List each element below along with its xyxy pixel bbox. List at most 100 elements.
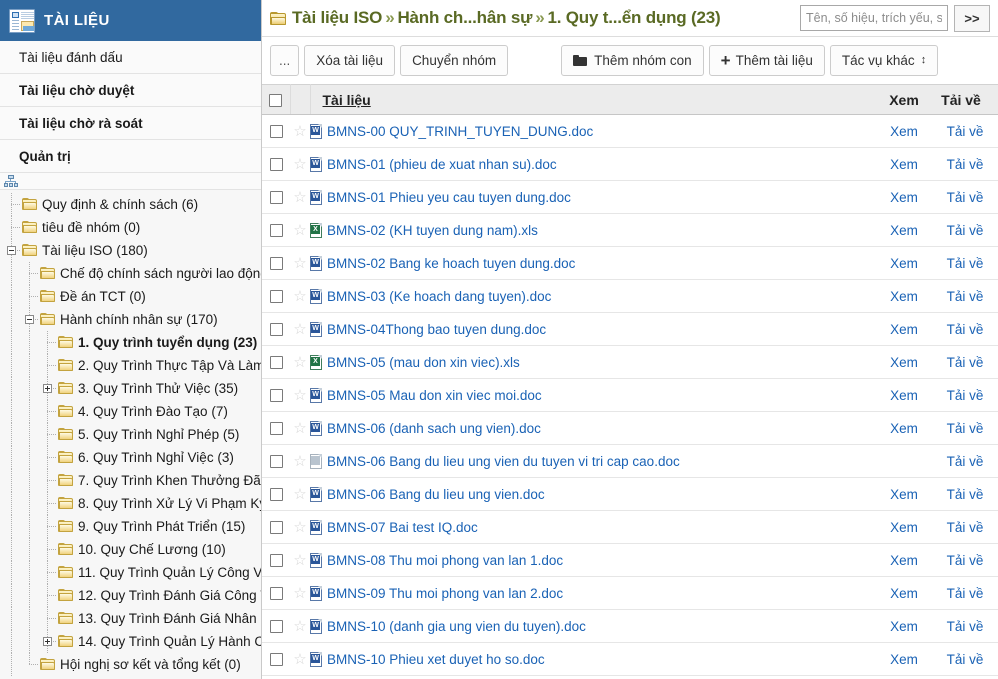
tree-node[interactable]: 5. Quy Trình Nghỉ Phép (5): [0, 423, 261, 446]
download-link[interactable]: Tải về: [947, 322, 984, 337]
row-checkbox[interactable]: [269, 290, 283, 304]
row-checkbox[interactable]: [269, 191, 283, 205]
table-row[interactable]: ☆ W BMNS-09 Thu moi phong van lan 2.doc Xem…: [262, 576, 998, 610]
row-checkbox[interactable]: [269, 521, 283, 535]
download-link[interactable]: Tải về: [947, 619, 984, 634]
tree-expand-icon[interactable]: [43, 637, 52, 646]
breadcrumb-item-2[interactable]: 1. Quy t...ển dụng (23): [547, 8, 720, 27]
row-checkbox[interactable]: [269, 224, 283, 238]
table-row[interactable]: ☆ W BMNS-08 Thu moi phong van lan 1.doc Xem…: [262, 543, 998, 577]
add-subgroup-button[interactable]: Thêm nhóm con: [561, 45, 704, 76]
document-name-link[interactable]: BMNS-05 Mau don xin viec moi.doc: [327, 388, 542, 403]
tree-collapse-icon[interactable]: [25, 315, 34, 324]
table-row[interactable]: ☆ W BMNS-10 Phieu xet duyet ho so.doc Xem Tả…: [262, 642, 998, 676]
tree-node[interactable]: 10. Quy Chế Lương (10): [0, 538, 261, 561]
row-checkbox[interactable]: [269, 356, 283, 370]
row-checkbox[interactable]: [269, 389, 283, 403]
tree-node[interactable]: Đề án TCT (0): [0, 285, 261, 308]
view-link[interactable]: Xem: [890, 652, 918, 667]
star-icon[interactable]: ☆: [293, 223, 306, 238]
document-name-link[interactable]: BMNS-01 (phieu de xuat nhan su).doc: [327, 157, 557, 172]
move-group-button[interactable]: Chuyển nhóm: [400, 45, 509, 76]
tree-node[interactable]: 6. Quy Trình Nghỉ Việc (3): [0, 446, 261, 469]
table-row[interactable]: ☆ BMNS-06 Bang du lieu ung vien du tuyen …: [262, 444, 998, 478]
sidebar-nav-item-2[interactable]: Tài liệu chờ rà soát: [0, 107, 261, 140]
download-link[interactable]: Tải về: [947, 256, 984, 271]
table-row[interactable]: ☆ W BMNS-01 (phieu de xuat nhan su).doc Xem…: [262, 147, 998, 181]
document-name-link[interactable]: BMNS-06 Bang du lieu ung vien du tuyen v…: [327, 454, 680, 469]
star-icon[interactable]: ☆: [293, 586, 306, 601]
star-icon[interactable]: ☆: [293, 619, 306, 634]
star-icon[interactable]: ☆: [293, 520, 306, 535]
view-link[interactable]: Xem: [890, 388, 918, 403]
tree-node[interactable]: Quy định & chính sách (6): [0, 193, 261, 216]
tree-collapse-icon[interactable]: [7, 246, 16, 255]
search-input[interactable]: [800, 5, 948, 31]
row-checkbox[interactable]: [269, 587, 283, 601]
table-row[interactable]: ☆ W BMNS-02 Bang ke hoach tuyen dung.doc Xe…: [262, 246, 998, 280]
view-link[interactable]: Xem: [890, 322, 918, 337]
sitemap-icon[interactable]: [4, 174, 18, 188]
document-name-link[interactable]: BMNS-02 Bang ke hoach tuyen dung.doc: [327, 256, 575, 271]
row-checkbox[interactable]: [269, 488, 283, 502]
view-link[interactable]: Xem: [890, 553, 918, 568]
download-link[interactable]: Tải về: [947, 388, 984, 403]
star-icon[interactable]: ☆: [293, 553, 306, 568]
table-row[interactable]: ☆ W BMNS-00 QUY_TRINH_TUYEN_DUNG.doc Xem Tải…: [262, 114, 998, 148]
view-link[interactable]: Xem: [890, 124, 918, 139]
document-name-link[interactable]: BMNS-10 Phieu xet duyet ho so.doc: [327, 652, 545, 667]
star-icon[interactable]: ☆: [293, 289, 306, 304]
download-link[interactable]: Tải về: [947, 421, 984, 436]
download-link[interactable]: Tải về: [947, 289, 984, 304]
select-all-checkbox[interactable]: [269, 94, 283, 108]
document-name-link[interactable]: BMNS-01 Phieu yeu cau tuyen dung.doc: [327, 190, 571, 205]
more-options-button[interactable]: ...: [270, 45, 300, 76]
tree-node[interactable]: tiêu đề nhóm (0): [0, 216, 261, 239]
download-link[interactable]: Tải về: [947, 355, 984, 370]
table-row[interactable]: ☆ W BMNS-01 Phieu yeu cau tuyen dung.doc Xe…: [262, 180, 998, 214]
sidebar-nav-item-0[interactable]: Tài liệu đánh dấu: [0, 41, 261, 74]
table-row[interactable]: ☆ X BMNS-02 (KH tuyen dung nam).xls Xem Tải …: [262, 213, 998, 247]
download-link[interactable]: Tải về: [947, 520, 984, 535]
document-name-link[interactable]: BMNS-04Thong bao tuyen dung.doc: [327, 322, 546, 337]
view-link[interactable]: Xem: [890, 223, 918, 238]
document-name-link[interactable]: BMNS-09 Thu moi phong van lan 2.doc: [327, 586, 563, 601]
document-name-link[interactable]: BMNS-08 Thu moi phong van lan 1.doc: [327, 553, 563, 568]
tree-node-selected[interactable]: 1. Quy trình tuyển dụng (23): [0, 331, 261, 354]
star-icon[interactable]: ☆: [293, 454, 306, 469]
tree-node[interactable]: 2. Quy Trình Thực Tập Và Làm Việc (0): [0, 354, 261, 377]
download-link[interactable]: Tải về: [947, 454, 984, 469]
document-name-link[interactable]: BMNS-06 Bang du lieu ung vien.doc: [327, 487, 545, 502]
table-row[interactable]: ☆ W BMNS-03 (Ke hoach dang tuyen).doc Xem Tả…: [262, 279, 998, 313]
tree-node[interactable]: 7. Quy Trình Khen Thưởng Đãi Ngộ (0): [0, 469, 261, 492]
table-row[interactable]: ☆ W BMNS-06 Bang du lieu ung vien.doc Xem Tả…: [262, 477, 998, 511]
view-link[interactable]: Xem: [890, 520, 918, 535]
view-link[interactable]: Xem: [890, 487, 918, 502]
download-link[interactable]: Tải về: [947, 190, 984, 205]
view-link[interactable]: Xem: [890, 421, 918, 436]
sidebar-nav-item-1[interactable]: Tài liệu chờ duyệt: [0, 74, 261, 107]
tree-node[interactable]: 3. Quy Trình Thử Việc (35): [0, 377, 261, 400]
document-name-link[interactable]: BMNS-02 (KH tuyen dung nam).xls: [327, 223, 538, 238]
row-checkbox[interactable]: [269, 323, 283, 337]
star-icon[interactable]: ☆: [293, 355, 306, 370]
table-row[interactable]: ☆ W BMNS-06 (danh sach ung vien).doc Xem Tải…: [262, 411, 998, 445]
star-icon[interactable]: ☆: [293, 157, 306, 172]
star-icon[interactable]: ☆: [293, 388, 306, 403]
tree-node[interactable]: 13. Quy Trình Đánh Giá Nhân Sự (0): [0, 607, 261, 630]
row-checkbox[interactable]: [269, 422, 283, 436]
delete-document-button[interactable]: Xóa tài liệu: [304, 45, 396, 76]
row-checkbox[interactable]: [269, 125, 283, 139]
view-link[interactable]: Xem: [890, 586, 918, 601]
star-icon[interactable]: ☆: [293, 256, 306, 271]
row-checkbox[interactable]: [269, 455, 283, 469]
document-name-link[interactable]: BMNS-00 QUY_TRINH_TUYEN_DUNG.doc: [327, 124, 593, 139]
document-name-link[interactable]: BMNS-10 (danh gia ung vien du tuyen).doc: [327, 619, 586, 634]
row-checkbox[interactable]: [269, 620, 283, 634]
view-link[interactable]: Xem: [890, 190, 918, 205]
star-icon[interactable]: ☆: [293, 421, 306, 436]
row-checkbox[interactable]: [269, 158, 283, 172]
row-checkbox[interactable]: [269, 257, 283, 271]
tree-node[interactable]: Hành chính nhân sự (170): [0, 308, 261, 331]
star-icon[interactable]: ☆: [293, 190, 306, 205]
